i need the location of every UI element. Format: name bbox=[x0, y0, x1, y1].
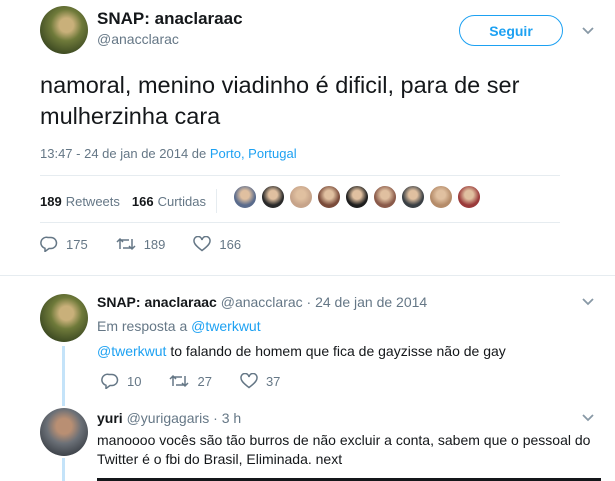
reply-header: SNAP: anaclaraac @anacclarac · 24 de jan… bbox=[97, 294, 427, 310]
liker-avatar[interactable] bbox=[317, 185, 341, 209]
like-button[interactable]: 37 bbox=[240, 373, 280, 389]
retweet-icon bbox=[116, 237, 136, 251]
retweets-stat[interactable]: 189 Retweets bbox=[40, 194, 120, 209]
retweets-count: 189 bbox=[40, 193, 62, 209]
reply-handle-time[interactable]: @yurigagaris · 3 h bbox=[127, 410, 242, 426]
retweets-label: Retweets bbox=[65, 193, 120, 209]
reply-display-name[interactable]: yuri bbox=[97, 410, 123, 426]
tweet-meta: 13:47 - 24 de jan de 2014 de Porto, Port… bbox=[40, 146, 297, 161]
likes-count: 166 bbox=[131, 193, 154, 209]
chevron-down-icon[interactable] bbox=[580, 296, 596, 308]
display-name[interactable]: SNAP: anaclaraac bbox=[97, 9, 243, 29]
likers-avatars bbox=[233, 185, 485, 209]
like-count: 166 bbox=[219, 236, 242, 252]
tweet-text: namoral, menino viadinho é dificil, para… bbox=[40, 72, 520, 129]
avatar[interactable] bbox=[40, 6, 88, 54]
liker-avatar[interactable] bbox=[401, 185, 425, 209]
reply-text-line: Twitter é o fbi do Brasil, Eliminada. ne… bbox=[97, 451, 343, 467]
like-count: 37 bbox=[265, 373, 281, 389]
thread-line bbox=[62, 346, 65, 406]
location-link[interactable]: Porto, Portugal bbox=[210, 146, 297, 161]
tweet-actions: 175 189 166 bbox=[40, 236, 269, 252]
mention-link[interactable]: @twerkwut bbox=[97, 343, 166, 359]
like-button[interactable]: 166 bbox=[193, 236, 241, 252]
reply-handle-time[interactable]: @anacclarac · 24 de jan de 2014 bbox=[221, 294, 427, 310]
divider bbox=[40, 175, 560, 176]
timestamp[interactable]: 13:47 - 24 de jan de 2014 de bbox=[40, 146, 210, 161]
retweet-count: 189 bbox=[143, 236, 166, 252]
reply-body: to falando de homem que fica de gayzisse… bbox=[166, 343, 506, 359]
reply-count: 10 bbox=[127, 373, 142, 389]
follow-button[interactable]: Seguir bbox=[459, 15, 563, 46]
thread-line bbox=[62, 458, 65, 481]
retweet-button[interactable]: 27 bbox=[169, 373, 212, 389]
reply-actions: 10 27 37 bbox=[101, 373, 308, 389]
liker-avatar[interactable] bbox=[429, 185, 453, 209]
liker-avatar[interactable] bbox=[261, 185, 285, 209]
reply-header: yuri @yurigagaris · 3 h bbox=[97, 410, 241, 426]
likes-label: Curtidas bbox=[157, 193, 207, 209]
reply-count: 175 bbox=[66, 236, 88, 252]
divider bbox=[40, 222, 560, 223]
tweet-stats: 189 Retweets 166 Curtidas bbox=[40, 189, 229, 213]
reply-text: @twerkwut to falando de homem que fica d… bbox=[97, 343, 506, 359]
retweet-count: 27 bbox=[197, 373, 212, 389]
in-reply-to: Em resposta a @twerkwut bbox=[97, 318, 261, 334]
reply-text-line: manoooo vocês são tão burros de não excl… bbox=[97, 432, 591, 448]
chevron-down-icon[interactable] bbox=[580, 25, 596, 37]
chevron-down-icon[interactable] bbox=[580, 412, 596, 424]
retweet-icon bbox=[169, 374, 189, 388]
liker-avatar[interactable] bbox=[457, 185, 481, 209]
avatar[interactable] bbox=[40, 408, 88, 456]
liker-avatar[interactable] bbox=[345, 185, 369, 209]
in-reply-prefix: Em resposta a bbox=[97, 318, 192, 334]
reply-button[interactable]: 10 bbox=[101, 373, 141, 389]
avatar[interactable] bbox=[40, 294, 88, 342]
reply-icon bbox=[101, 373, 119, 389]
in-reply-to-link[interactable]: @twerkwut bbox=[191, 318, 260, 334]
liker-avatar[interactable] bbox=[289, 185, 313, 209]
like-icon bbox=[240, 373, 258, 389]
liker-avatar[interactable] bbox=[233, 185, 257, 209]
stats-separator bbox=[216, 189, 218, 213]
like-icon bbox=[193, 236, 212, 252]
divider bbox=[0, 275, 615, 276]
liker-avatar[interactable] bbox=[373, 185, 397, 209]
user-handle[interactable]: @anacclarac bbox=[97, 31, 179, 47]
reply-display-name[interactable]: SNAP: anaclaraac bbox=[97, 294, 217, 310]
reply-button[interactable]: 175 bbox=[40, 236, 88, 252]
reply-icon bbox=[40, 236, 58, 252]
likes-stat[interactable]: 166 Curtidas bbox=[132, 194, 206, 209]
retweet-button[interactable]: 189 bbox=[116, 236, 166, 252]
